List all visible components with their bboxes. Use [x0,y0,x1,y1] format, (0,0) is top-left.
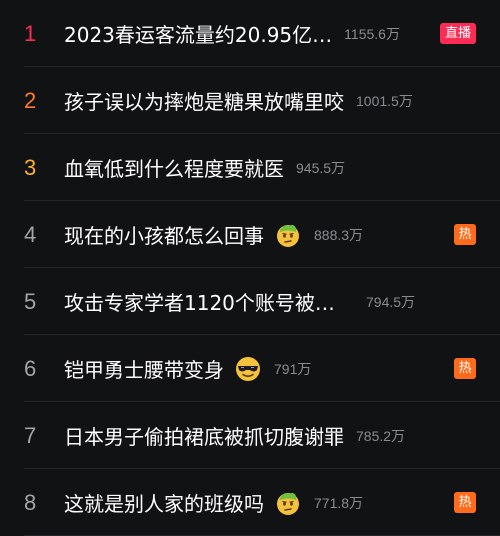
list-item[interactable]: 3 血氧低到什么程度要就医 945.5万 [0,134,500,201]
rank-number: 1 [24,20,37,46]
heat-value: 1001.5万 [356,92,413,109]
heat-value: 888.3万 [314,226,364,243]
heat-value: 791万 [274,360,312,377]
hot-badge: 热 [454,224,476,245]
rank-number: 3 [24,154,37,180]
topic-title[interactable]: 这就是别人家的班级吗 [64,488,264,517]
heat-value: 794.5万 [366,293,416,310]
topic-title[interactable]: 铠甲勇士腰带变身 [64,354,224,383]
rank-number: 4 [24,221,37,247]
rank-number: 6 [24,355,37,381]
heat-value: 771.8万 [314,494,364,511]
list-item[interactable]: 8 这就是别人家的班级吗 771.8万 热 [0,469,500,536]
thinking-face-icon [274,221,302,249]
topic-title[interactable]: 2023春运客流量约20.95亿… [64,19,332,48]
list-item[interactable]: 7 日本男子偷拍裙底被抓切腹谢罪 785.2万 [0,402,500,469]
list-item[interactable]: 1 2023春运客流量约20.95亿… 1155.6万 直播 [0,0,500,67]
hot-badge: 热 [454,492,476,513]
list-item[interactable]: 6 铠甲勇士腰带变身 791万 热 [0,335,500,402]
list-item[interactable]: 4 现在的小孩都怎么回事 888.3万 热 [0,201,500,268]
topic-title[interactable]: 日本男子偷拍裙底被抓切腹谢罪 [64,421,344,450]
list-item[interactable]: 5 攻击专家学者1120个账号被禁言 794.5万 [0,268,500,335]
hot-badge: 热 [454,358,476,379]
live-badge: 直播 [439,23,476,44]
rank-number: 2 [24,87,37,113]
topic-title[interactable]: 现在的小孩都怎么回事 [64,220,264,249]
list-item[interactable]: 2 孩子误以为摔炮是糖果放嘴里咬 1001.5万 [0,67,500,134]
topic-title[interactable]: 攻击专家学者1120个账号被禁言 [64,287,354,316]
hot-search-list: 1 2023春运客流量约20.95亿… 1155.6万 直播 2 孩子误以为摔炮… [0,0,500,536]
heat-value: 785.2万 [356,427,406,444]
heat-value: 1155.6万 [344,25,400,42]
topic-title[interactable]: 孩子误以为摔炮是糖果放嘴里咬 [64,86,344,115]
topic-title[interactable]: 血氧低到什么程度要就医 [64,153,284,182]
sunglasses-face-icon [234,355,262,383]
thinking-face-icon [274,489,302,517]
heat-value: 945.5万 [296,159,346,176]
rank-number: 8 [24,489,37,515]
rank-number: 7 [24,422,37,448]
rank-number: 5 [24,288,37,314]
